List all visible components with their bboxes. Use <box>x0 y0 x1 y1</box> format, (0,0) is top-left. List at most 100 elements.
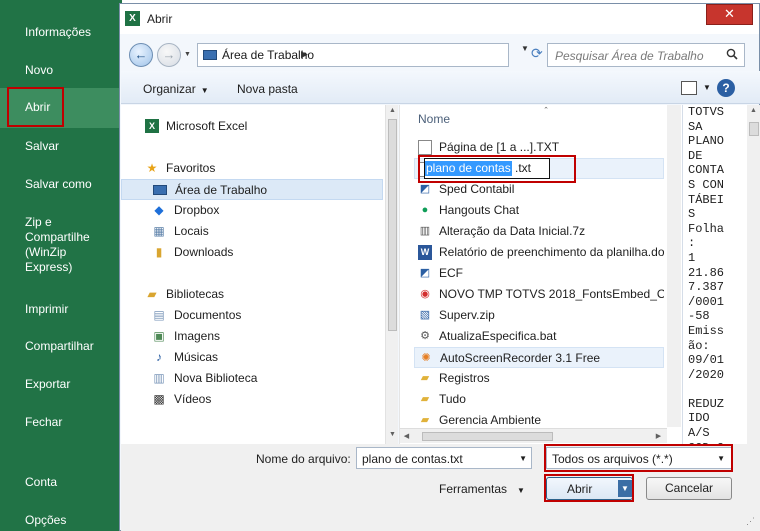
file-row[interactable]: ◉ NOVO TMP TOTVS 2018_FontsEmbed_OK <box>414 284 664 305</box>
backstage-info[interactable]: Informações <box>0 25 122 40</box>
nav-item-images[interactable]: ▣ Imagens <box>121 326 383 347</box>
preview-scroll-thumb[interactable] <box>749 122 759 136</box>
chevron-down-icon[interactable]: ▼ <box>519 454 527 463</box>
new-folder-button[interactable]: Nova pasta <box>237 82 298 96</box>
back-arrow-icon: ← <box>134 47 148 62</box>
file-row[interactable]: ▧ Superv.zip <box>414 305 664 326</box>
dialog-toolbar: Organizar ▼ Nova pasta ▼ ? <box>121 71 760 104</box>
file-list: Nome ⌃ Página de [1 a ...].TXT plano de … <box>399 105 683 444</box>
places-icon: ▦ <box>153 224 165 238</box>
backstage-options[interactable]: Opções <box>0 513 122 528</box>
backstage-sidebar: Informações Novo Abrir Salvar Salvar com… <box>0 0 122 531</box>
nav-item-favorites[interactable]: ★ Favoritos <box>121 158 383 179</box>
video-icon: ▩ <box>153 392 165 406</box>
backstage-print[interactable]: Imprimir <box>0 302 122 317</box>
view-dropdown-icon[interactable]: ▼ <box>703 83 711 92</box>
preview-pane-icon[interactable] <box>681 81 697 95</box>
nav-pane-scrollbar[interactable]: ▲ ▼ <box>385 105 398 444</box>
backstage-save-as[interactable]: Salvar como <box>0 177 122 192</box>
chevron-down-icon: ▼ <box>517 486 525 495</box>
backstage-save[interactable]: Salvar <box>0 139 122 154</box>
forward-arrow-icon: → <box>162 47 176 62</box>
file-row[interactable]: ● Hangouts Chat <box>414 200 664 221</box>
nav-item-videos[interactable]: ▩ Vídeos <box>121 389 383 410</box>
backstage-close[interactable]: Fechar <box>0 415 122 430</box>
nav-item-documents[interactable]: ▤ Documentos <box>121 305 383 326</box>
file-row[interactable]: ▰ Gerencia Ambiente <box>414 410 664 428</box>
images-icon: ▣ <box>153 329 165 343</box>
file-name-value[interactable]: plano de contas.txt <box>362 452 463 466</box>
nav-item-microsoft-excel[interactable]: X Microsoft Excel <box>121 116 383 137</box>
open-highlight-frame <box>7 87 64 127</box>
organize-button[interactable]: Organizar ▼ <box>143 82 209 96</box>
search-input[interactable]: Pesquisar Área de Trabalho <box>555 49 704 63</box>
recent-locations-dropdown[interactable]: ▼ <box>184 51 191 58</box>
file-type-highlight-frame <box>544 444 733 472</box>
backstage-winzip[interactable]: Zip e Compartilhe (WinZip Express) <box>0 215 122 275</box>
scroll-down-icon[interactable]: ▼ <box>386 431 398 438</box>
file-row[interactable]: ✺ AutoScreenRecorder 3.1 Free <box>414 347 664 368</box>
search-box[interactable]: Pesquisar Área de Trabalho <box>547 43 745 67</box>
nav-item-libraries[interactable]: ▰ Bibliotecas <box>121 284 383 305</box>
address-bar[interactable]: Área de Trabalho ▶ <box>197 43 509 67</box>
column-header-name[interactable]: Nome <box>418 112 450 126</box>
search-icon[interactable] <box>726 48 738 60</box>
file-row[interactable]: ◩ ECF <box>414 263 664 284</box>
backstage-share[interactable]: Compartilhar <box>0 339 122 354</box>
pdf-icon: ◉ <box>420 288 430 300</box>
documents-icon: ▤ <box>153 308 165 322</box>
back-button[interactable]: ← <box>129 43 153 67</box>
nav-item-new-library[interactable]: ▥ Nova Biblioteca <box>121 368 383 389</box>
batch-icon: ⚙ <box>420 330 430 342</box>
file-list-scrollbar[interactable] <box>667 105 681 427</box>
download-icon: ▮ <box>155 245 163 259</box>
forward-button[interactable]: → <box>157 43 181 67</box>
scroll-up-icon[interactable]: ▲ <box>386 107 398 114</box>
file-name-label: Nome do arquivo: <box>256 452 351 466</box>
file-row[interactable]: ▰ Tudo <box>414 389 664 410</box>
sort-chevron-icon[interactable]: ⌃ <box>536 106 556 114</box>
close-button[interactable]: ✕ <box>706 4 753 25</box>
nav-item-dropbox[interactable]: ◆ Dropbox <box>121 200 383 221</box>
scroll-left-icon[interactable]: ◀ <box>400 432 413 440</box>
organize-label: Organizar <box>143 82 196 96</box>
word-icon: W <box>418 245 432 260</box>
backstage-account[interactable]: Conta <box>0 475 122 490</box>
file-row[interactable]: ◩ Sped Contabil <box>414 179 664 200</box>
shortcut-icon: ◩ <box>419 267 431 279</box>
open-dialog: X Abrir ✕ ← → ▼ Área de Trabalho ▶ ▼ ⟳ P… <box>119 3 760 531</box>
tools-button[interactable]: Ferramentas ▼ <box>439 482 525 496</box>
nav-item-music[interactable]: ♪ Músicas <box>121 347 383 368</box>
file-row[interactable]: ▥ Alteração da Data Inicial.7z <box>414 221 664 242</box>
breadcrumb-chevron-icon[interactable]: ▶ <box>301 49 308 60</box>
scroll-up-icon[interactable]: ▲ <box>747 107 760 114</box>
help-icon[interactable]: ? <box>717 79 735 97</box>
desktop-icon <box>153 185 167 195</box>
desktop-icon <box>203 50 217 60</box>
address-dropdown[interactable]: ▼ <box>521 44 529 53</box>
file-row[interactable]: ⚙ AtualizaEspecifica.bat <box>414 326 664 347</box>
nav-item-downloads[interactable]: ▮ Downloads <box>121 242 383 263</box>
scroll-right-icon[interactable]: ▶ <box>652 432 665 440</box>
file-list-hscroll-thumb[interactable] <box>422 432 553 441</box>
file-row[interactable]: ▰ Registros <box>414 368 664 389</box>
preview-scrollbar[interactable]: ▲ <box>747 105 760 444</box>
file-list-hscrollbar[interactable]: ◀ ▶ <box>400 428 667 443</box>
backstage-export[interactable]: Exportar <box>0 377 122 392</box>
file-name-field[interactable]: plano de contas.txt ▼ <box>356 447 532 469</box>
app-icon: ✺ <box>421 352 431 364</box>
resize-grip-icon[interactable]: ⋰ <box>746 516 755 527</box>
dialog-title: Abrir <box>147 12 173 26</box>
refresh-icon[interactable]: ⟳ <box>531 45 543 62</box>
cancel-button[interactable]: Cancelar <box>646 477 732 500</box>
library-icon: ▥ <box>153 371 165 385</box>
tools-label: Ferramentas <box>439 482 508 496</box>
nav-item-places[interactable]: ▦ Locais <box>121 221 383 242</box>
file-row[interactable]: W Relatório de preenchimento da planilha… <box>414 242 664 263</box>
nav-pane-scroll-thumb[interactable] <box>388 119 397 331</box>
dialog-titlebar: X Abrir ✕ <box>120 4 759 34</box>
open-button-highlight-frame <box>544 474 634 502</box>
backstage-new[interactable]: Novo <box>0 63 122 78</box>
preview-pane: TOTVS SA PLANO DE CONTA S CON TÁBEI S Fo… <box>682 105 760 444</box>
nav-item-desktop[interactable]: Área de Trabalho <box>121 179 383 200</box>
